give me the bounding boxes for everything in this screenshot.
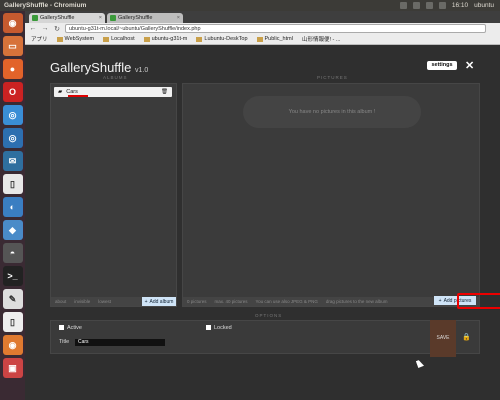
lock-icon[interactable]: 🔒 [462,333,471,341]
options-panel: Active Title Cars Locked [50,320,480,354]
albums-section-label: ALBUMS [103,75,128,80]
tab-strip: GalleryShuffle × GalleryShuffle × [25,11,500,23]
bookmarks-bar: アプリ WebSystem Localhost ubuntu-g31t-m Lu… [25,34,500,45]
empty-message: You have no pictures in this album ! [243,96,421,128]
favicon-icon [110,15,116,21]
footer-max: max. 40 pictures [214,299,248,304]
thunderbird-icon[interactable]: ✉ [2,151,23,171]
save-button[interactable]: SAVE [430,320,456,357]
clock[interactable]: 16:10 [452,2,468,9]
document-icon[interactable]: ▯ [2,174,23,194]
terminal-icon[interactable]: >_ [2,266,23,286]
bookmark-public[interactable]: Public_html [256,36,293,42]
files-icon[interactable]: ▭ [2,36,23,56]
ubuntu-software-icon[interactable]: ◐ [2,197,23,217]
bookmark-localhost[interactable]: Localhost [103,36,135,42]
dash-icon[interactable]: ◉ [2,13,23,33]
trash-icon[interactable]: 🗑 [161,89,168,95]
album-item-cars[interactable]: ▰ Cars 🗑 [54,87,172,97]
keyboard-icon[interactable] [412,2,420,9]
url-text: ubuntu-g31t-m.local/~ubuntu/GalleryShuff… [69,25,201,32]
albums-panel: ▰ Cars 🗑 about invisible lowest + Add al… [50,83,177,307]
close-icon[interactable]: ✕ [465,59,474,72]
address-row: ← → ↻ ubuntu-g31t-m.local/~ubuntu/Galler… [25,23,500,34]
window-title: GalleryShuffle - Chromium [4,2,87,9]
tab-active[interactable]: GalleryShuffle × [29,13,105,23]
reload-icon[interactable]: ↻ [53,25,61,33]
plus-icon: + [438,297,442,304]
browser-chrome: GalleryShuffle × GalleryShuffle × ← → ↻ … [25,11,500,45]
bookmark-lubuntu[interactable]: Lubuntu-DeskTop [196,36,248,42]
folder-icon: ▰ [58,89,63,95]
footer-lowest[interactable]: lowest [98,299,111,304]
dropbox-icon[interactable] [399,2,407,9]
doc-viewer-icon[interactable]: ▯ [2,312,23,332]
bookmark-apps[interactable]: アプリ [31,35,48,43]
checkbox-icon[interactable] [59,325,64,331]
pictures-panel: You have no pictures in this album ! 0 p… [182,83,480,307]
footer-formats: You can use also JPEG & PNG [255,299,318,304]
trash-icon[interactable]: ▣ [2,358,23,378]
folder-icon [56,36,63,42]
tab-label: GalleryShuffle [40,15,75,21]
page: GalleryShuffle v1.0 settings ✕ ALBUMS PI… [25,45,500,400]
top-panel: GalleryShuffle - Chromium 16:10 ubuntu [0,0,500,11]
active-checkbox[interactable]: Active [59,325,82,331]
folder-icon [143,36,150,42]
network-icon[interactable] [425,2,433,9]
back-icon[interactable]: ← [29,25,37,32]
footer-invisible[interactable]: invisible [74,299,90,304]
tab-close-icon[interactable]: × [99,15,102,21]
folder-icon [103,36,110,42]
mouse-cursor-icon [415,359,425,368]
app-title: GalleryShuffle v1.0 [50,60,149,75]
title-label: Title [59,339,70,345]
tab-label: GalleryShuffle [118,15,153,21]
locked-checkbox[interactable]: Locked [206,325,232,331]
user-name[interactable]: ubuntu [474,2,494,9]
blender-icon[interactable]: ◉ [2,335,23,355]
folder-icon [196,36,203,42]
options-section-label: OPTIONS [255,313,283,318]
settings-button[interactable]: settings [427,61,457,70]
volume-icon[interactable] [438,2,446,9]
address-bar[interactable]: ubuntu-g31t-m.local/~ubuntu/GalleryShuff… [65,24,486,33]
albums-footer: about invisible lowest + Add album [51,297,176,306]
annotation-highlight-box [457,293,500,309]
pictures-section-label: PICTURES [317,75,348,80]
footer-count: 0 pictures [187,299,207,304]
tab-close-icon[interactable]: × [177,15,180,21]
title-input[interactable]: Cars [75,339,165,346]
indicators: 16:10 ubuntu [399,2,500,9]
bookmark-ubuntu[interactable]: ubuntu-g31t-m [143,36,187,42]
firefox-icon[interactable]: ● [2,59,23,79]
footer-drag-hint: drag pictures to the new album [325,299,388,304]
folder-icon [256,36,263,42]
chromium-icon[interactable]: ◎ [2,105,23,125]
browser-icon[interactable]: ◎ [2,128,23,148]
bookmark-yamagata[interactable]: 山形情報便! - ... [302,35,341,43]
forward-icon[interactable]: → [41,25,49,32]
opera-icon[interactable]: O [2,82,23,102]
gimp-icon[interactable]: ◓ [2,243,23,263]
checkbox-icon[interactable] [206,325,211,331]
favicon-icon [32,15,38,21]
annotation-underline [68,95,88,97]
bookmark-websystem[interactable]: WebSystem [56,36,94,42]
footer-about[interactable]: about [55,299,66,304]
bluetooth-icon[interactable]: ◆ [2,220,23,240]
add-album-button[interactable]: + Add album [142,297,176,306]
text-editor-icon[interactable]: ✎ [2,289,23,309]
tab-inactive[interactable]: GalleryShuffle × [107,13,183,23]
launcher: ◉ ▭ ● O ◎ ◎ ✉ ▯ ◐ ◆ ◓ >_ ✎ ▯ ◉ ▣ [0,11,25,400]
plus-icon: + [144,298,148,305]
